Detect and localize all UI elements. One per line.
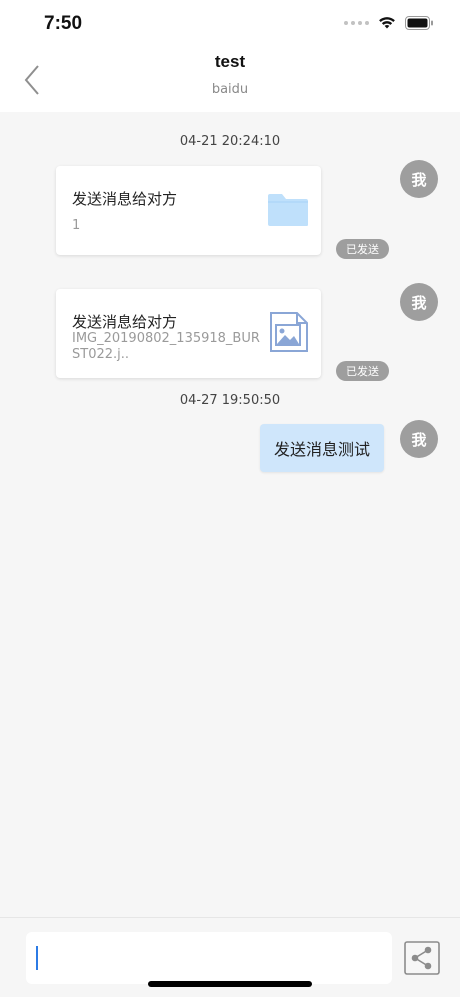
message-timestamp: 04-27 19:50:50 — [179, 393, 281, 408]
folder-icon — [268, 194, 308, 226]
avatar[interactable]: 我 — [400, 420, 438, 458]
status-badge: 已发送 — [336, 361, 389, 381]
chat-header: test baidu — [0, 46, 460, 112]
status-badge: 已发送 — [336, 239, 389, 259]
share-button[interactable] — [404, 941, 440, 975]
image-file-icon — [270, 312, 308, 352]
text-caret — [36, 946, 38, 970]
file-message-subtitle: IMG_20190802_135918_BURST022.j.. — [72, 331, 260, 362]
status-bar: 7:50 — [0, 0, 460, 46]
signal-icon — [344, 20, 369, 25]
file-message-card[interactable]: 发送消息给对方 IMG_20190802_135918_BURST022.j.. — [56, 289, 321, 378]
avatar[interactable]: 我 — [400, 283, 438, 321]
avatar[interactable]: 我 — [400, 160, 438, 198]
battery-icon — [405, 15, 433, 30]
share-icon — [404, 941, 440, 975]
file-message-title: 发送消息给对方 — [72, 190, 178, 208]
page-subtitle: baidu — [211, 82, 249, 97]
wifi-icon — [379, 17, 395, 29]
message-input[interactable] — [26, 932, 392, 984]
status-time: 7:50 — [44, 13, 83, 34]
text-message-bubble[interactable]: 发送消息测试 — [260, 424, 384, 472]
message-list[interactable]: 04-21 20:24:10 发送消息给对方 1 我 已发送 发送消息给对方 I… — [0, 112, 460, 917]
message-timestamp: 04-21 20:24:10 — [179, 134, 281, 149]
file-message-card[interactable]: 发送消息给对方 1 — [56, 166, 321, 255]
page-title: test — [214, 52, 246, 71]
file-message-subtitle: 1 — [72, 218, 81, 233]
home-indicator — [148, 981, 312, 987]
file-message-title: 发送消息给对方 — [72, 313, 178, 331]
status-icons — [344, 15, 434, 30]
